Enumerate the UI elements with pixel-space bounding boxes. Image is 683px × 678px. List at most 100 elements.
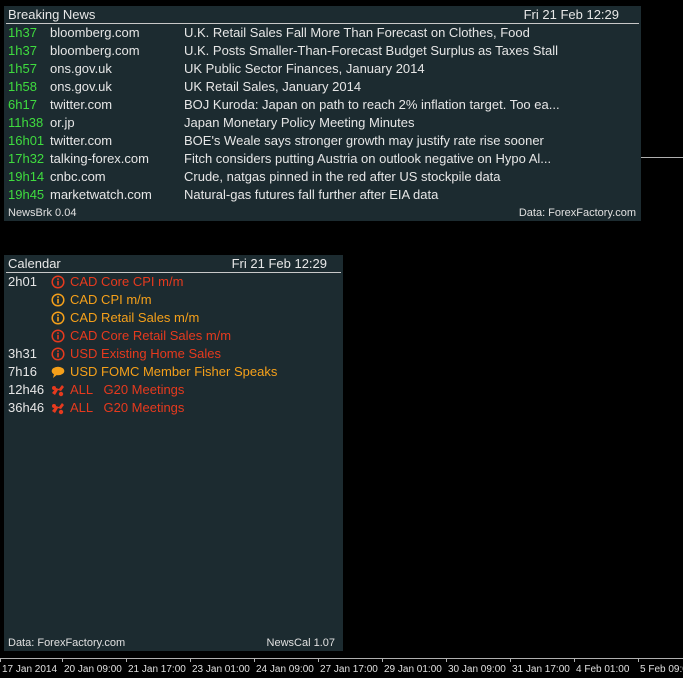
news-source: bloomberg.com <box>50 25 140 40</box>
calendar-datetime: Fri 21 Feb 12:29 <box>231 256 327 271</box>
news-source: cnbc.com <box>50 169 106 184</box>
news-time: 1h57 <box>8 61 37 76</box>
event-title: ALL G20 Meetings <box>70 400 185 415</box>
axis-label: 27 Jan 17:00 <box>320 664 378 675</box>
calendar-event-row[interactable]: 2h01 CAD Core CPI m/m <box>8 273 338 291</box>
calendar-footer-source: Data: ForexFactory.com <box>8 637 126 649</box>
axis-label: 31 Jan 17:00 <box>512 664 570 675</box>
news-title: Breaking News <box>8 7 96 22</box>
event-time: 7h16 <box>8 364 37 379</box>
news-source: twitter.com <box>50 97 113 112</box>
axis-tick <box>318 658 319 662</box>
calendar-panel: Calendar Fri 21 Feb 12:29 2h01 CAD Core C… <box>4 255 343 651</box>
news-row[interactable]: 11h38 or.jp Japan Monetary Policy Meeting … <box>4 114 641 132</box>
news-row[interactable]: 16h01 twitter.com BOE's Weale says stronge… <box>4 132 641 150</box>
breaking-news-panel: Breaking News Fri 21 Feb 12:29 1h37 bloom… <box>4 6 641 221</box>
info-icon <box>51 311 65 325</box>
axis-label: 5 Feb 09:00 <box>640 664 683 675</box>
info-icon <box>51 275 65 289</box>
event-time: 2h01 <box>8 274 37 289</box>
info-icon <box>51 347 65 361</box>
news-time: 19h14 <box>8 169 45 184</box>
news-time: 16h01 <box>8 133 45 148</box>
calendar-title: Calendar <box>8 256 61 271</box>
event-title: CAD Core Retail Sales m/m <box>70 328 232 343</box>
news-time: 19h45 <box>8 187 45 202</box>
event-title: ALL G20 Meetings <box>70 382 185 397</box>
news-time: 6h17 <box>8 97 37 112</box>
news-row[interactable]: 1h57 ons.gov.uk UK Public Sector Finances,… <box>4 60 641 78</box>
news-headline: U.K. Posts Smaller-Than-Forecast Budget … <box>184 43 559 58</box>
axis-label: 20 Jan 09:00 <box>64 664 122 675</box>
news-footer-source: Data: ForexFactory.com <box>518 207 636 219</box>
news-time: 17h32 <box>8 151 45 166</box>
axis-tick <box>382 658 383 662</box>
axis-label: 23 Jan 01:00 <box>192 664 250 675</box>
news-headline: UK Public Sector Finances, January 2014 <box>184 61 425 76</box>
meeting-icon <box>51 401 65 415</box>
calendar-event-row[interactable]: 12h46 ALL G20 Meetings <box>8 381 338 399</box>
news-headline: Fitch considers putting Austria on outlo… <box>184 151 552 166</box>
news-source: talking-forex.com <box>50 151 149 166</box>
event-title: USD Existing Home Sales <box>70 346 221 361</box>
news-row[interactable]: 6h17 twitter.com BOJ Kuroda: Japan on path… <box>4 96 641 114</box>
news-row[interactable]: 17h32 talking-forex.com Fitch considers pu… <box>4 150 641 168</box>
news-headline: Crude, natgas pinned in the red after US… <box>184 169 501 184</box>
axis-tick <box>0 658 1 662</box>
calendar-event-row[interactable]: CAD Retail Sales m/m <box>8 309 338 327</box>
news-header: Breaking News Fri 21 Feb 12:29 <box>6 6 639 24</box>
axis-tick <box>638 658 639 662</box>
axis-tick <box>446 658 447 662</box>
event-title: USD FOMC Member Fisher Speaks <box>70 364 278 379</box>
axis-label: 17 Jan 2014 <box>2 664 58 675</box>
news-time: 1h58 <box>8 79 37 94</box>
calendar-event-row[interactable]: 7h16 USD FOMC Member Fisher Speaks <box>8 363 338 381</box>
event-time: 36h46 <box>8 400 45 415</box>
news-headline: UK Retail Sales, January 2014 <box>184 79 362 94</box>
news-row[interactable]: 19h14 cnbc.com Crude, natgas pinned in the… <box>4 168 641 186</box>
news-headline: Japan Monetary Policy Meeting Minutes <box>184 115 415 130</box>
news-source: marketwatch.com <box>50 187 152 202</box>
axis-tick <box>190 658 191 662</box>
news-row[interactable]: 1h37 bloomberg.com U.K. Posts Smaller-Than… <box>4 42 641 60</box>
calendar-event-row[interactable]: 3h31 USD Existing Home Sales <box>8 345 338 363</box>
event-time: 12h46 <box>8 382 45 397</box>
meeting-icon <box>51 383 65 397</box>
news-row[interactable]: 19h45 marketwatch.com Natural-gas futures … <box>4 186 641 204</box>
news-row[interactable]: 1h37 bloomberg.com U.K. Retail Sales Fall … <box>4 24 641 42</box>
news-footer-version: NewsBrk 0.04 <box>8 207 77 219</box>
news-time: 11h38 <box>8 115 44 130</box>
news-datetime: Fri 21 Feb 12:29 <box>523 7 619 22</box>
event-title: CAD CPI m/m <box>70 292 152 307</box>
calendar-header: Calendar Fri 21 Feb 12:29 <box>6 255 341 273</box>
time-axis: 17 Jan 2014 20 Jan 09:00 21 Jan 17:00 23 Ja… <box>0 658 683 678</box>
speech-icon <box>51 365 65 379</box>
calendar-event-row[interactable]: CAD Core Retail Sales m/m <box>8 327 338 345</box>
axis-tick <box>126 658 127 662</box>
calendar-footer-version: NewsCal 1.07 <box>266 637 335 649</box>
news-headline: BOJ Kuroda: Japan on path to reach 2% in… <box>184 97 560 112</box>
price-line <box>641 157 683 158</box>
news-headline: BOE's Weale says stronger growth may jus… <box>184 133 544 148</box>
axis-tick <box>254 658 255 662</box>
news-time: 1h37 <box>8 25 37 40</box>
calendar-event-row[interactable]: CAD CPI m/m <box>8 291 338 309</box>
time-axis-line <box>0 658 683 659</box>
info-icon <box>51 293 65 307</box>
calendar-event-row[interactable]: 36h46 ALL G20 Meetings <box>8 399 338 417</box>
news-time: 1h37 <box>8 43 37 58</box>
axis-label: 24 Jan 09:00 <box>256 664 314 675</box>
info-icon <box>51 329 65 343</box>
news-source: ons.gov.uk <box>50 61 112 76</box>
axis-label: 21 Jan 17:00 <box>128 664 186 675</box>
event-time: 3h31 <box>8 346 37 361</box>
event-title: CAD Retail Sales m/m <box>70 310 200 325</box>
axis-label: 30 Jan 09:00 <box>448 664 506 675</box>
axis-tick <box>574 658 575 662</box>
axis-label: 4 Feb 01:00 <box>576 664 630 675</box>
axis-tick <box>62 658 63 662</box>
news-headline: U.K. Retail Sales Fall More Than Forecas… <box>184 25 530 40</box>
event-title: CAD Core CPI m/m <box>70 274 184 289</box>
news-row[interactable]: 1h58 ons.gov.uk UK Retail Sales, January 2… <box>4 78 641 96</box>
axis-label: 29 Jan 01:00 <box>384 664 442 675</box>
